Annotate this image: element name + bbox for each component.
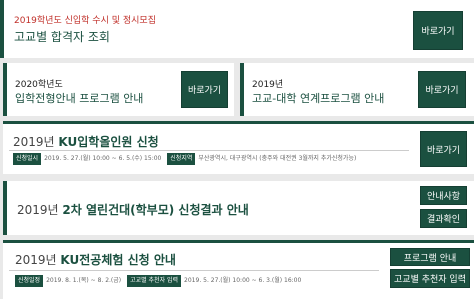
accent-bar [0,0,4,58]
card-subtitle: 2019학년도 신입학 수시 및 정시모집 [14,16,156,26]
info-row: 신청일시 2019. 5. 27.(월) 10:00 ~ 6. 5.(수) 15:… [13,153,360,165]
recommend-tag: 고교별 추천자 입력 [127,275,182,287]
card-title: 2차 열린건대(학부모) 신청결과 안내 [62,203,249,217]
card-title: 입학전형안내 프로그램 안내 [15,92,144,105]
schedule-text: 2019. 8. 1.(목) ~ 8. 2.(금) [46,277,122,284]
goto-button[interactable]: 바로가기 [181,71,228,108]
notice-button[interactable]: 안내사항 [420,186,467,205]
card-ku-allinone: 2019년 KU입학올인원 신청 신청일시 2019. 5. 27.(월) 10:… [3,121,474,174]
accent-bar [3,63,7,116]
card-heading: 2019년 2차 열린건대(학부모) 신청결과 안내 [17,201,249,218]
card-title: KU입학올인원 신청 [58,135,159,149]
goto-button[interactable]: 바로가기 [413,11,463,50]
card-ku-major-experience: 2019년 KU전공체험 신청 안내 신청일정 2019. 8. 1.(목) ~ … [3,240,474,299]
card-title: 고교-대학 연계프로그램 안내 [252,92,385,105]
card-year: 2019년 [15,253,57,267]
card-open-konkuk-results: 2019년 2차 열린건대(학부모) 신청결과 안내 안내사항 결과확인 [3,181,474,235]
region-tag: 신청지역 [167,153,196,165]
card-year: 2019년 [17,203,59,217]
card-subtitle: 2020학년도 [15,80,63,90]
divider [9,270,379,271]
period-tag: 신청일시 [13,153,42,165]
card-highschool-link-program: 2019년 고교-대학 연계프로그램 안내 바로가기 [240,63,474,116]
card-admission-program: 2020학년도 입학전형안내 프로그램 안내 바로가기 [3,63,234,116]
period-text: 2019. 5. 27.(월) 10:00 ~ 6. 5.(수) 15:00 [44,155,162,162]
schedule-tag: 신청일정 [15,275,44,287]
recommend-text: 2019. 5. 27.(월) 10:00 ~ 6. 3.(월) 16:00 [184,277,302,284]
goto-button[interactable]: 바로가기 [418,71,466,108]
accent-bar [3,181,7,235]
divider [9,150,409,151]
accent-bar [3,121,474,124]
card-heading: 2019년 KU입학올인원 신청 [13,133,159,150]
card-heading: 2019년 KU전공체험 신청 안내 [15,251,176,268]
card-school-results: 2019학년도 신입학 수시 및 정시모집 고교별 합격자 조회 바로가기 [0,0,474,58]
result-check-button[interactable]: 결과확인 [420,209,467,228]
program-info-button[interactable]: 프로그램 안내 [390,248,470,266]
region-text: 부산광역시, 대구광역시 (충주와 대전권 3월까지 추가신청가능) [198,155,357,162]
accent-bar [240,63,244,116]
card-subtitle: 2019년 [252,80,284,90]
info-row: 신청일정 2019. 8. 1.(목) ~ 8. 2.(금) 고교별 추천자 입력… [15,275,305,287]
recommend-input-button[interactable]: 고교별 추천자 입력 [390,269,470,288]
card-title: KU전공체험 신청 안내 [60,253,176,267]
accent-bar [3,240,474,243]
card-title: 고교별 합격자 조회 [14,30,110,44]
goto-button[interactable]: 바로가기 [420,131,467,167]
card-year: 2019년 [13,135,55,149]
